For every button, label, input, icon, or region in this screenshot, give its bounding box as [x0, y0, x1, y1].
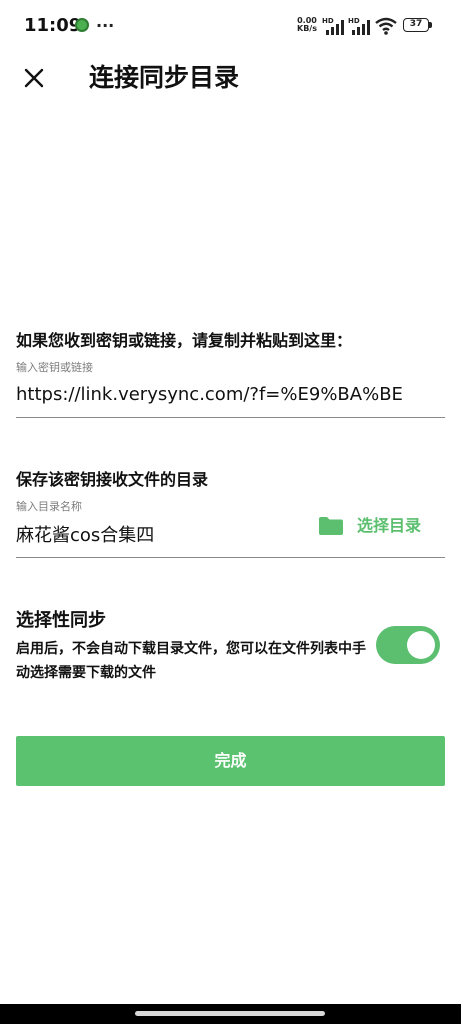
folder-icon	[319, 517, 343, 535]
battery-level: 37	[403, 18, 429, 32]
key-link-input[interactable]	[16, 381, 445, 409]
network-speed: 0.00 KB/s	[297, 17, 317, 33]
close-icon[interactable]	[22, 66, 46, 90]
selective-sync-title: 选择性同步	[16, 610, 106, 631]
key-field-hint: 输入密钥或链接	[16, 361, 93, 374]
dir-section-label: 保存该密钥接收文件的目录	[16, 470, 209, 489]
wifi-icon	[375, 17, 397, 35]
select-dir-label: 选择目录	[357, 516, 422, 535]
dir-input-underline	[16, 557, 445, 558]
selective-sync-toggle[interactable]	[376, 626, 440, 664]
network-speed-unit: KB/s	[297, 24, 317, 33]
svg-text:HD: HD	[348, 17, 360, 25]
key-input-underline	[16, 417, 445, 418]
page-title: 连接同步目录	[89, 63, 240, 92]
done-button[interactable]: 完成	[16, 736, 445, 786]
selective-sync-description: 启用后，不会自动下载目录文件，您可以在文件列表中手动选择需要下载的文件	[16, 641, 366, 681]
dir-field-hint: 输入目录名称	[16, 500, 82, 513]
status-time: 11:09	[24, 15, 82, 36]
more-notifications-icon: ···	[96, 16, 115, 35]
battery-cap	[429, 22, 432, 28]
signal-hd-icon: HD	[322, 17, 344, 35]
app-notification-icon	[75, 18, 89, 32]
signal-hd-2-icon: HD	[348, 17, 370, 35]
home-indicator[interactable]	[135, 1011, 325, 1016]
select-dir-button[interactable]: 选择目录	[318, 512, 421, 540]
toggle-knob	[407, 631, 435, 659]
dir-name-input[interactable]	[16, 522, 306, 550]
key-section-label: 如果您收到密钥或链接，请复制并粘贴到这里：	[16, 331, 353, 350]
svg-text:HD: HD	[322, 17, 334, 25]
